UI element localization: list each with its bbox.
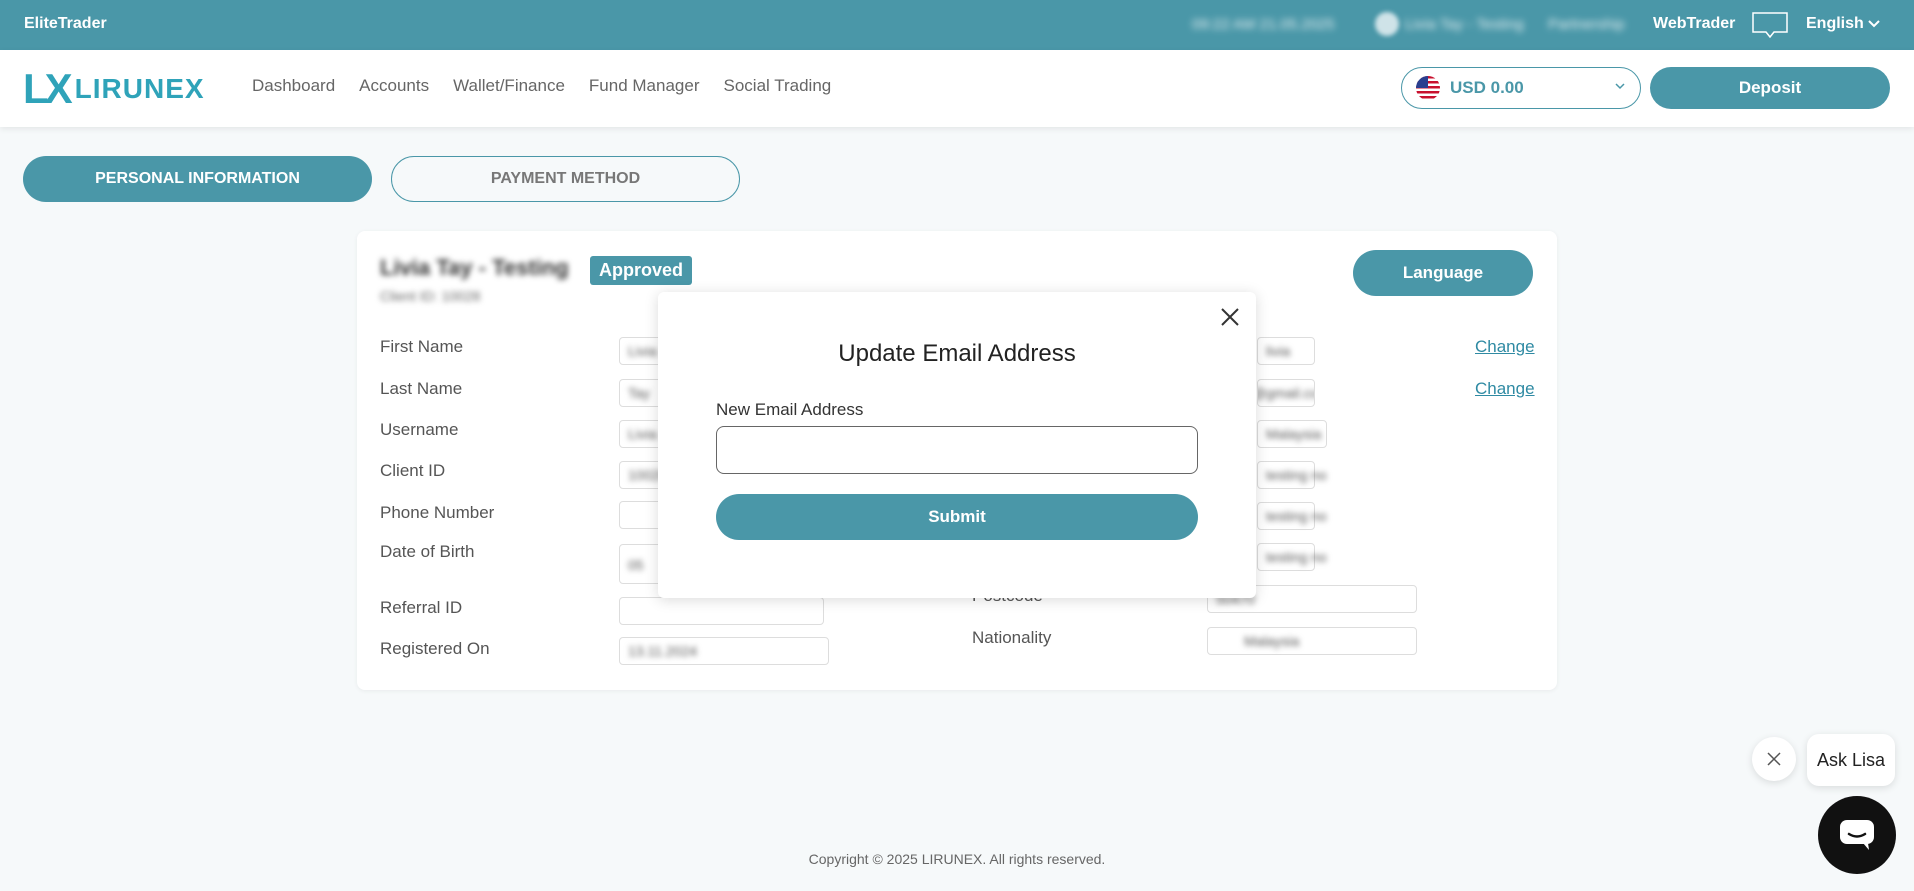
client-id-label: Client ID	[380, 461, 446, 480]
profile-name: Livia Tay - Testing	[380, 255, 569, 280]
nav-menu: Dashboard Accounts Wallet/Finance Fund M…	[252, 76, 831, 96]
language-button[interactable]: Language	[1353, 250, 1533, 296]
nav-fund-manager[interactable]: Fund Manager	[589, 76, 700, 96]
registered-value: 13.11.2024	[628, 643, 698, 659]
dismiss-chat-prompt-button[interactable]	[1752, 737, 1796, 781]
modal-title: Update Email Address	[838, 340, 1076, 367]
client-id-line: Client ID: 10028	[380, 288, 481, 304]
status-badge: Approved	[590, 256, 693, 285]
chevron-down-icon	[1615, 83, 1625, 90]
nationality-label: Nationality	[972, 628, 1052, 647]
first-name-label: First Name	[380, 337, 464, 356]
address-field-3[interactable]: testing no	[1257, 543, 1327, 571]
new-email-label: New Email Address	[716, 400, 864, 419]
currency-balance: USD 0.00	[1450, 78, 1524, 97]
new-email-input[interactable]	[716, 426, 1198, 474]
address-value-1: testing no	[1266, 467, 1327, 483]
nationality-select[interactable]: Malaysia	[1207, 627, 1417, 655]
tab-payment-method[interactable]: PAYMENT METHOD	[391, 156, 740, 202]
change-username-link[interactable]: Change	[1475, 337, 1535, 357]
update-email-modal: Update Email Address New Email Address S…	[658, 292, 1256, 598]
chat-launcher-button[interactable]	[1818, 796, 1896, 874]
right-value-1: livia	[1266, 343, 1291, 359]
language-label: English	[1806, 15, 1864, 32]
footer-copyright: Copyright © 2025 LIRUNEX. All rights res…	[808, 851, 1106, 867]
username-value: Livia	[628, 426, 657, 442]
deposit-button[interactable]: Deposit	[1650, 67, 1890, 109]
currency-selector[interactable]: USD 0.00	[1401, 67, 1641, 109]
avatar[interactable]	[1375, 12, 1399, 36]
nav-social-trading[interactable]: Social Trading	[724, 76, 832, 96]
username-label: Username	[380, 420, 459, 439]
top-bar: EliteTrader 09:22 AM 21.05.2025 Livia Ta…	[0, 0, 1914, 50]
logo-mark: LX	[23, 65, 73, 112]
user-name[interactable]: Livia Tay - Testing	[1405, 16, 1524, 33]
nationality-value: Malaysia	[1244, 633, 1300, 649]
datetime-text: 09:22 AM 21.05.2025	[1192, 16, 1335, 33]
email-value: liviatay2609@gmail.com	[1258, 385, 1314, 401]
partnership-link[interactable]: Partnership	[1548, 16, 1625, 33]
chevron-down-icon	[1868, 20, 1880, 28]
main-navbar: LX LIRUNEX Dashboard Accounts Wallet/Fin…	[0, 50, 1914, 127]
webtrader-link[interactable]: WebTrader	[1653, 15, 1735, 33]
dob-value: 05	[628, 557, 644, 573]
lirunex-logo[interactable]: LX LIRUNEX	[23, 68, 205, 110]
tab-personal-information[interactable]: PERSONAL INFORMATION	[23, 156, 372, 202]
brand-name: EliteTrader	[24, 15, 107, 32]
ask-lisa-bubble[interactable]: Ask Lisa	[1807, 734, 1895, 786]
address-value-2: testing no	[1266, 508, 1327, 524]
country-select[interactable]: Malaysia	[1257, 420, 1327, 448]
registered-field[interactable]: 13.11.2024	[619, 637, 829, 665]
close-icon[interactable]	[1218, 305, 1242, 329]
first-name-value: Livia	[628, 343, 657, 359]
chat-bubble-icon	[1840, 820, 1874, 850]
referral-field[interactable]	[619, 597, 824, 625]
nav-accounts[interactable]: Accounts	[359, 76, 429, 96]
registered-label: Registered On	[380, 639, 490, 658]
phone-label: Phone Number	[380, 503, 495, 522]
change-email-link[interactable]: Change	[1475, 379, 1535, 399]
referral-label: Referral ID	[380, 598, 463, 617]
nav-dashboard[interactable]: Dashboard	[252, 76, 335, 96]
email-field[interactable]: liviatay2609@gmail.com	[1257, 379, 1315, 407]
address-value-3: testing no	[1266, 549, 1327, 565]
submit-button[interactable]: Submit	[716, 494, 1198, 540]
right-field-1[interactable]: livia	[1257, 337, 1315, 365]
language-selector[interactable]: English	[1806, 15, 1880, 33]
nav-wallet-finance[interactable]: Wallet/Finance	[453, 76, 565, 96]
last-name-value: Tay	[628, 385, 650, 401]
close-icon	[1767, 752, 1781, 766]
last-name-label: Last Name	[380, 379, 463, 398]
logo-word: LIRUNEX	[74, 73, 205, 104]
dob-label: Date of Birth	[380, 542, 475, 561]
address-field-2[interactable]: testing no	[1257, 502, 1327, 530]
country-value: Malaysia	[1266, 426, 1322, 442]
address-field-1[interactable]: testing no	[1257, 461, 1327, 489]
us-flag-icon	[1416, 76, 1440, 100]
message-icon[interactable]	[1752, 12, 1788, 38]
